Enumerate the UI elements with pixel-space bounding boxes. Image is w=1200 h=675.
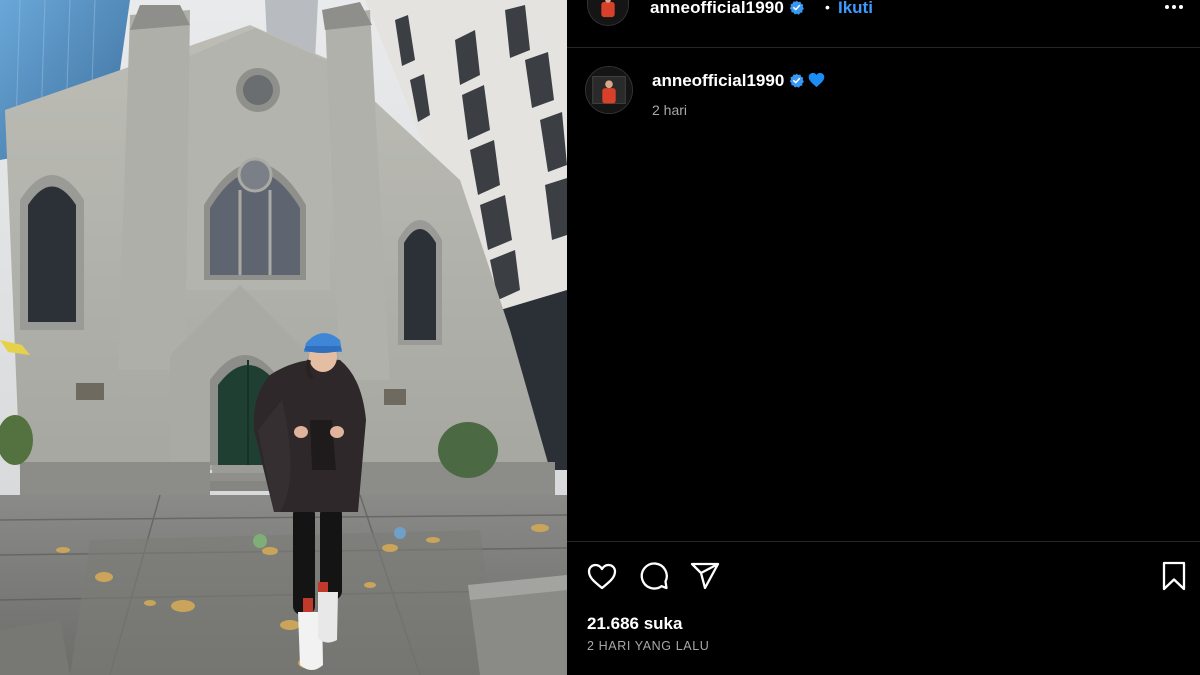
- comment-icon[interactable]: [638, 561, 670, 591]
- caption-timestamp[interactable]: 2 hari: [652, 102, 687, 118]
- share-button: [690, 562, 720, 590]
- blue-heart-emoji-icon: [808, 72, 825, 88]
- actions-divider: [567, 541, 1200, 542]
- verified-badge-icon: [789, 0, 804, 15]
- bookmark-icon[interactable]: [1158, 561, 1190, 591]
- header-separator: •: [825, 0, 830, 15]
- avatar-image-icon: [586, 67, 632, 113]
- post-date[interactable]: 2 HARI YANG LALU: [587, 639, 709, 653]
- caption-username-link[interactable]: anneofficial1990: [652, 71, 825, 91]
- caption-avatar[interactable]: [585, 66, 633, 114]
- header-username: anneofficial1990: [650, 0, 784, 17]
- verified-badge-icon: [790, 73, 805, 88]
- caption-username: anneofficial1990: [652, 71, 785, 90]
- follow-button[interactable]: Ikuti: [838, 0, 873, 18]
- heart-icon[interactable]: [586, 561, 618, 591]
- post-photo[interactable]: [0, 0, 567, 675]
- save-button: [1162, 561, 1186, 591]
- post-details-panel: anneofficial1990 • Ikuti anneofficial199…: [567, 0, 1200, 675]
- header-username-link[interactable]: anneofficial1990: [650, 0, 804, 18]
- likes-count[interactable]: 21.686 suka: [587, 614, 682, 634]
- like-button: [587, 563, 617, 590]
- header-avatar[interactable]: [587, 0, 629, 26]
- post-header: anneofficial1990 • Ikuti: [567, 0, 1200, 48]
- more-options-icon[interactable]: [1159, 0, 1189, 22]
- comment-button: [640, 562, 668, 590]
- church-street-photo: [0, 0, 567, 675]
- share-paper-plane-icon[interactable]: [689, 561, 721, 591]
- avatar-image-icon: [588, 0, 628, 25]
